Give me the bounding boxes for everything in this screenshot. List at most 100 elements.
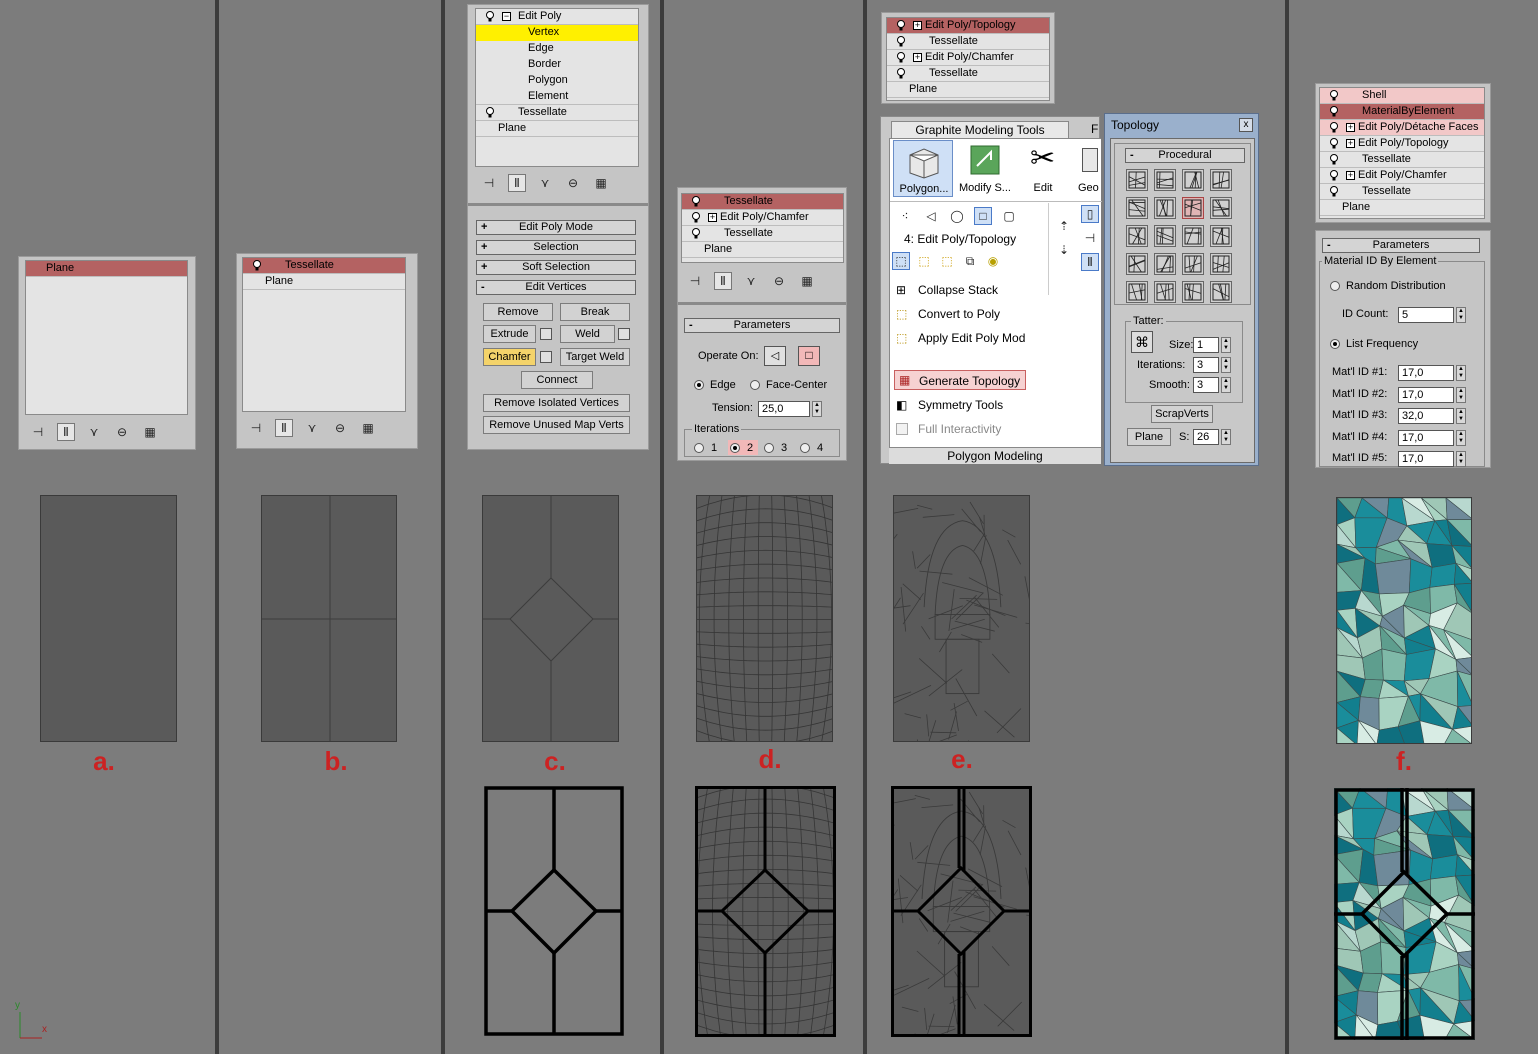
modifier-stack[interactable]: Plane — [25, 260, 188, 415]
stack-item-material-by-element[interactable]: MaterialByElement — [1320, 104, 1484, 120]
topology-pattern-button[interactable] — [1210, 169, 1232, 191]
modifier-stack[interactable]: Tessellate + Edit Poly/Chamfer Tessellate… — [681, 193, 844, 263]
stack-item-edit-poly-chamfer[interactable]: + Edit Poly/Chamfer — [682, 210, 843, 226]
bulb-icon[interactable] — [895, 51, 907, 64]
stack-item-border[interactable]: Border — [476, 57, 638, 73]
configure-sets-icon[interactable]: ▦ — [798, 272, 816, 290]
stack-up-icon[interactable]: ⇡ — [1055, 217, 1073, 235]
ribbon-polygon-modeling[interactable]: Polygon... — [893, 140, 953, 197]
bulb-icon[interactable] — [1328, 153, 1340, 166]
stack-item-shell[interactable]: Shell — [1320, 88, 1484, 104]
tension-spinner[interactable]: ▲ ▼ — [812, 401, 822, 417]
mat-id-spinner[interactable]: ▲ ▼ — [1456, 365, 1466, 381]
preview-icon[interactable]: ◉ — [984, 252, 1002, 270]
operate-on-faces-icon[interactable]: □ — [798, 346, 820, 366]
expand-icon[interactable]: + — [913, 52, 922, 62]
tatter-icon[interactable]: ⌘ — [1131, 331, 1153, 353]
configure-sets-icon[interactable]: ▦ — [359, 419, 377, 437]
make-unique-icon[interactable]: ⋎ — [85, 423, 103, 441]
show-end-result-icon[interactable]: Ⅱ — [57, 423, 75, 441]
vertex-mode-icon[interactable]: ⁖ — [896, 207, 914, 225]
expand-icon[interactable]: + — [1346, 170, 1355, 180]
modifier-stack[interactable]: Shell MaterialByElement + Edit Poly/Détac… — [1319, 87, 1485, 219]
stack-item-plane[interactable]: Plane — [476, 121, 638, 137]
stack-item-plane[interactable]: Plane — [682, 242, 843, 258]
mat-id-field[interactable]: 17,0 — [1398, 365, 1454, 381]
topology-pattern-button[interactable] — [1182, 169, 1204, 191]
topology-pattern-button[interactable] — [1126, 197, 1148, 219]
tension-field[interactable]: 25,0 — [758, 401, 810, 417]
bulb-icon[interactable] — [690, 227, 702, 240]
polygon-mode-icon[interactable]: □ — [974, 207, 992, 225]
bulb-icon[interactable] — [251, 259, 263, 272]
bulb-icon[interactable] — [690, 211, 702, 224]
topology-pattern-button[interactable] — [1182, 281, 1204, 303]
edge-mode-icon[interactable]: ◁ — [922, 207, 940, 225]
make-unique-icon[interactable]: ⋎ — [303, 419, 321, 437]
target-weld-button[interactable]: Target Weld — [560, 348, 630, 366]
stack-item-plane[interactable]: Plane — [243, 274, 405, 290]
topology-pattern-button[interactable] — [1210, 281, 1232, 303]
stack-item-polygon[interactable]: Polygon — [476, 73, 638, 89]
connect-button[interactable]: Connect — [521, 371, 593, 389]
tab-graphite-modeling-tools[interactable]: Graphite Modeling Tools — [891, 121, 1069, 138]
mat-id-spinner[interactable]: ▲ ▼ — [1456, 430, 1466, 446]
topology-pattern-button[interactable] — [1154, 197, 1176, 219]
topology-pattern-button[interactable] — [1126, 281, 1148, 303]
chamfer-button[interactable]: Chamfer — [483, 348, 536, 366]
copy-icon[interactable]: ⧉ — [961, 252, 979, 270]
operate-on-edges-icon[interactable]: ◁ — [764, 346, 786, 366]
plane-button[interactable]: Plane — [1127, 428, 1171, 446]
show-end-result-icon[interactable]: Ⅱ — [508, 174, 526, 192]
topology-pattern-button[interactable] — [1182, 253, 1204, 275]
topology-pattern-button[interactable] — [1126, 225, 1148, 247]
rollout-procedural[interactable]: - Procedural — [1125, 148, 1245, 163]
pin-stack-icon[interactable]: ⊣ — [247, 419, 265, 437]
break-button[interactable]: Break — [560, 303, 630, 321]
pin-stack-icon[interactable]: ⊣ — [480, 174, 498, 192]
pin-stack-icon[interactable]: ⊣ — [686, 272, 704, 290]
stack-item-tessellate[interactable]: Tessellate — [682, 194, 843, 210]
remove-modifier-icon[interactable]: ⊖ — [770, 272, 788, 290]
mat-id-field[interactable]: 32,0 — [1398, 408, 1454, 424]
iterations-radio-2[interactable] — [730, 443, 740, 453]
stack-item-tessellate[interactable]: Tessellate — [476, 105, 638, 121]
rollout-edit-poly-mode[interactable]: + Edit Poly Mode — [476, 220, 636, 235]
pin-icon[interactable]: ⊣ — [1081, 229, 1099, 247]
bulb-icon[interactable] — [1328, 169, 1340, 182]
ribbon-edit[interactable]: ✂ Edit — [1018, 140, 1068, 197]
id-count-field[interactable]: 5 — [1398, 307, 1454, 323]
viewport-e[interactable] — [893, 495, 1030, 742]
rollout-parameters[interactable]: - Parameters — [684, 318, 840, 333]
smooth-spinner[interactable]: ▲ ▼ — [1221, 377, 1231, 393]
stack-item-tessellate[interactable]: Tessellate — [1320, 152, 1484, 168]
modifier-stack[interactable]: Tessellate Plane — [242, 257, 406, 412]
collapse-icon[interactable]: − — [502, 12, 511, 21]
stack-item-tessellate[interactable]: Tessellate — [682, 226, 843, 242]
bulb-icon[interactable] — [895, 67, 907, 80]
random-distribution-radio[interactable] — [1330, 281, 1340, 291]
topology-pattern-button[interactable] — [1210, 197, 1232, 219]
iterations-radio-3[interactable] — [764, 443, 774, 453]
mat-id-spinner[interactable]: ▲ ▼ — [1456, 451, 1466, 467]
iterations-radio-4[interactable] — [800, 443, 810, 453]
make-unique-icon[interactable]: ⋎ — [742, 272, 760, 290]
bulb-icon[interactable] — [484, 106, 496, 119]
stack-item-plane[interactable]: Plane — [1320, 200, 1484, 216]
stack-down-icon[interactable]: ⇣ — [1055, 241, 1073, 259]
bulb-icon[interactable] — [1328, 137, 1340, 150]
stack-item-plane[interactable]: Plane — [887, 82, 1049, 98]
bulb-icon[interactable] — [690, 195, 702, 208]
remove-isolated-vertices-button[interactable]: Remove Isolated Vertices — [483, 394, 630, 412]
bulb-icon[interactable] — [895, 19, 907, 32]
extrude-button[interactable]: Extrude — [483, 325, 536, 343]
configure-sets-icon[interactable]: ▦ — [141, 423, 159, 441]
mat-id-field[interactable]: 17,0 — [1398, 451, 1454, 467]
border-mode-icon[interactable]: ◯ — [948, 207, 966, 225]
topology-pattern-button[interactable] — [1210, 225, 1232, 247]
topology-pattern-button[interactable] — [1154, 253, 1176, 275]
smooth-field[interactable]: 3 — [1193, 377, 1219, 393]
bulb-icon[interactable] — [895, 35, 907, 48]
scrapverts-button[interactable]: ScrapVerts — [1151, 405, 1213, 423]
bulb-icon[interactable] — [1328, 121, 1340, 134]
